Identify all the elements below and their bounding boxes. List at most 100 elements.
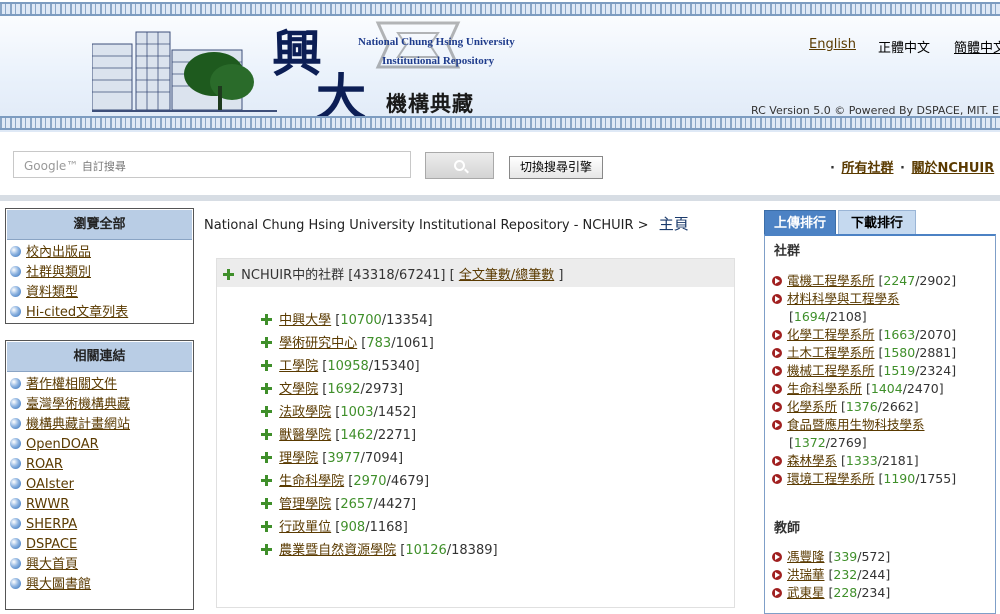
fulltext-count: 908 bbox=[340, 520, 366, 535]
community-item[interactable]: 理學院 [3977/7094] bbox=[261, 447, 498, 470]
community-item[interactable]: 法政學院 [1003/1452] bbox=[261, 401, 498, 424]
ranking-item[interactable]: 武東星 [228/234] bbox=[772, 584, 890, 602]
total-count: 2662 bbox=[881, 399, 914, 414]
logo-char-xing: 興 bbox=[272, 24, 322, 83]
community-link[interactable]: 獸醫學院 bbox=[279, 428, 331, 443]
ranking-item[interactable]: 食品暨應用生物科技學系 [1372/2769] bbox=[772, 416, 956, 452]
ranking-link[interactable]: 生命科學系所 bbox=[787, 381, 862, 396]
ranking-link[interactable]: 化學系所 bbox=[787, 399, 837, 414]
community-link[interactable]: 中興大學 bbox=[279, 313, 331, 328]
all-communities-link[interactable]: 所有社群 bbox=[841, 161, 893, 176]
ranking-link[interactable]: 武東星 bbox=[787, 585, 825, 600]
switch-engine-button[interactable]: 切換搜尋引擎 bbox=[509, 156, 603, 179]
community-ranking-list: 電機工程學系所 [2247/2902] 材料科學與工程學系 [1694/2108] 化… bbox=[772, 272, 956, 488]
related-link-item[interactable]: 興大首頁 bbox=[10, 556, 193, 576]
lang-english-link[interactable]: English bbox=[809, 37, 856, 52]
ranking-link[interactable]: 食品暨應用生物科技學系 bbox=[787, 417, 925, 432]
community-item[interactable]: 管理學院 [2657/4427] bbox=[261, 493, 498, 516]
browse-item[interactable]: 資料類型 bbox=[10, 284, 193, 304]
lang-simplified-chinese-link[interactable]: 簡體中文 bbox=[954, 37, 1000, 56]
community-link[interactable]: 理學院 bbox=[279, 451, 318, 466]
ranking-link[interactable]: 材料科學與工程學系 bbox=[787, 291, 900, 306]
greek-key-border-bottom bbox=[0, 116, 1000, 130]
total-count: 15340 bbox=[373, 359, 415, 374]
total-count: 572 bbox=[861, 549, 886, 564]
google-search-input[interactable]: Google™ 自訂搜尋 bbox=[13, 151, 411, 178]
fulltext-count: 232 bbox=[833, 567, 858, 582]
tab-download-ranking[interactable]: 下載排行 bbox=[838, 210, 916, 236]
related-link-item[interactable]: OpenDOAR bbox=[10, 436, 193, 456]
about-nchuir-link[interactable]: 關於NCHUIR bbox=[912, 161, 995, 176]
fulltext-count: 1333 bbox=[845, 453, 878, 468]
total-count: 1061 bbox=[395, 336, 429, 351]
community-link[interactable]: 生命科學院 bbox=[279, 474, 344, 489]
ranking-item[interactable]: 土木工程學系所 [1580/2881] bbox=[772, 344, 956, 362]
ranking-link[interactable]: 環境工程學系所 bbox=[787, 471, 875, 486]
fulltext-count: 1580 bbox=[883, 345, 916, 360]
ranking-item[interactable]: 材料科學與工程學系 [1694/2108] bbox=[772, 290, 956, 326]
ranking-link[interactable]: 森林學系 bbox=[787, 453, 837, 468]
related-link-item[interactable]: SHERPA bbox=[10, 516, 193, 536]
search-button[interactable] bbox=[425, 152, 494, 179]
arrow-bullet-icon bbox=[772, 276, 782, 286]
ranking-link[interactable]: 化學工程學系所 bbox=[787, 327, 875, 342]
plus-icon bbox=[261, 475, 272, 486]
community-item[interactable]: 文學院 [1692/2973] bbox=[261, 378, 498, 401]
ranking-link[interactable]: 馮豐隆 bbox=[787, 549, 825, 564]
related-link-item[interactable]: OAIster bbox=[10, 476, 193, 496]
bullet-icon bbox=[10, 246, 21, 257]
browse-item[interactable]: 社群與類別 bbox=[10, 264, 193, 284]
related-link-item[interactable]: 臺灣學術機構典藏 bbox=[10, 396, 193, 416]
ranking-item[interactable]: 化學系所 [1376/2662] bbox=[772, 398, 956, 416]
ranking-item[interactable]: 生命科學系所 [1404/2470] bbox=[772, 380, 956, 398]
ranking-link[interactable]: 機械工程學系所 bbox=[787, 363, 875, 378]
community-link[interactable]: 行政單位 bbox=[279, 520, 331, 535]
community-item[interactable]: 學術研究中心 [783/1061] bbox=[261, 332, 498, 355]
community-item[interactable]: 工學院 [10958/15340] bbox=[261, 355, 498, 378]
community-item[interactable]: 農業暨自然資源學院 [10126/18389] bbox=[261, 539, 498, 562]
related-link-item[interactable]: ROAR bbox=[10, 456, 193, 476]
community-link[interactable]: 工學院 bbox=[279, 359, 318, 374]
community-link[interactable]: 法政學院 bbox=[279, 405, 331, 420]
community-link[interactable]: 學術研究中心 bbox=[279, 336, 357, 351]
ranking-link[interactable]: 電機工程學系所 bbox=[787, 273, 875, 288]
fulltext-total-link[interactable]: 全文筆數/總筆數 bbox=[459, 268, 554, 283]
related-link-item[interactable]: 興大圖書館 bbox=[10, 576, 193, 596]
ranking-item[interactable]: 森林學系 [1333/2181] bbox=[772, 452, 956, 470]
total-count: 2973 bbox=[364, 382, 398, 397]
community-item[interactable]: 生命科學院 [2970/4679] bbox=[261, 470, 498, 493]
ranking-item[interactable]: 環境工程學系所 [1190/1755] bbox=[772, 470, 956, 488]
total-count: 2769 bbox=[829, 435, 862, 450]
community-item[interactable]: 中興大學 [10700/13354] bbox=[261, 309, 498, 332]
related-link-item[interactable]: 著作權相關文件 bbox=[10, 376, 193, 396]
related-link-item[interactable]: 機構典藏計畫網站 bbox=[10, 416, 193, 436]
browse-item[interactable]: 校內出版品 bbox=[10, 244, 193, 264]
ranking-link[interactable]: 土木工程學系所 bbox=[787, 345, 875, 360]
community-link[interactable]: 農業暨自然資源學院 bbox=[279, 543, 396, 558]
fulltext-count: 1372 bbox=[793, 435, 826, 450]
community-item[interactable]: 獸醫學院 [1462/2271] bbox=[261, 424, 498, 447]
total-count: 2271 bbox=[377, 428, 411, 443]
related-link-item[interactable]: DSPACE bbox=[10, 536, 193, 556]
ranking-item[interactable]: 電機工程學系所 [2247/2902] bbox=[772, 272, 956, 290]
community-link[interactable]: 管理學院 bbox=[279, 497, 331, 512]
ranking-link[interactable]: 洪瑞華 bbox=[787, 567, 825, 582]
total-count: 2881 bbox=[919, 345, 952, 360]
arrow-bullet-icon bbox=[772, 402, 782, 412]
bullet-icon bbox=[10, 498, 21, 509]
browse-item[interactable]: Hi-cited文章列表 bbox=[10, 304, 193, 324]
related-links-box: 相關連結 著作權相關文件 臺灣學術機構典藏 機構典藏計畫網站 OpenDOAR ROAR… bbox=[5, 340, 194, 610]
tab-upload-ranking[interactable]: 上傳排行 bbox=[764, 210, 836, 236]
ranking-item[interactable]: 馮豐隆 [339/572] bbox=[772, 548, 890, 566]
community-item[interactable]: 行政單位 [908/1168] bbox=[261, 516, 498, 539]
plus-icon bbox=[261, 521, 272, 532]
ranking-item[interactable]: 化學工程學系所 [1663/2070] bbox=[772, 326, 956, 344]
ranking-item[interactable]: 機械工程學系所 [1519/2324] bbox=[772, 362, 956, 380]
lang-traditional-chinese[interactable]: 正體中文 bbox=[878, 37, 930, 56]
ranking-item[interactable]: 洪瑞華 [232/244] bbox=[772, 566, 890, 584]
related-link-item[interactable]: RWWR bbox=[10, 496, 193, 516]
community-link[interactable]: 文學院 bbox=[279, 382, 318, 397]
search-placeholder: 自訂搜尋 bbox=[81, 160, 126, 173]
bullet-icon bbox=[10, 286, 21, 297]
site-header: 興 大 National Chung Hsing University Inst… bbox=[0, 0, 1000, 132]
